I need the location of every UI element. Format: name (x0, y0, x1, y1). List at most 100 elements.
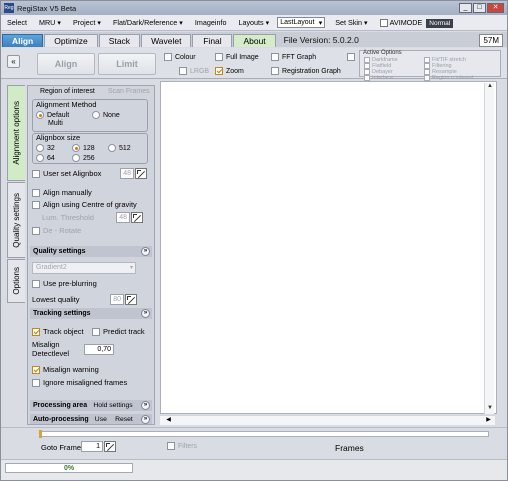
frame-slider-track[interactable] (39, 431, 489, 437)
user-set-alignbox-input[interactable]: 48 (120, 168, 134, 179)
maximize-button[interactable]: □ (473, 3, 486, 13)
lrgb-checkbox[interactable] (179, 67, 187, 75)
chevron-expand-icon[interactable]: » (141, 247, 150, 256)
tracking-settings-header[interactable]: Tracking settings» (30, 308, 152, 319)
resize-icon[interactable] (125, 294, 137, 305)
de-rotate-option[interactable]: De - Rotate (32, 226, 81, 235)
menu-mru[interactable]: MRU ▾ (33, 18, 67, 27)
fft-graph-option[interactable]: FFT Graph (271, 53, 316, 61)
frame-slider-thumb[interactable] (39, 430, 42, 438)
alignbox-32[interactable]: 32 (36, 144, 55, 152)
menu-imageinfo[interactable]: Imageinfo (189, 18, 233, 27)
scroll-left-icon[interactable]: ◀ (164, 416, 173, 425)
full-image-checkbox[interactable] (215, 53, 223, 61)
filters-option[interactable]: Filters (167, 442, 197, 450)
tab-about[interactable]: About (233, 34, 276, 47)
method-default[interactable]: Default (36, 111, 69, 119)
chevron-expand-icon[interactable]: » (140, 401, 150, 410)
resize-icon[interactable] (135, 168, 147, 179)
chevron-expand-icon[interactable]: » (141, 415, 150, 424)
alignbox-32-radio[interactable] (36, 144, 44, 152)
vertical-scrollbar[interactable]: ▲ ▼ (484, 83, 494, 414)
tab-final[interactable]: Final (192, 34, 233, 47)
misalign-warning-option[interactable]: Misalign warning (32, 365, 99, 374)
user-set-alignbox-option[interactable]: User set Alignbox (32, 169, 101, 178)
resize-icon[interactable] (104, 441, 116, 452)
layout-select[interactable]: LastLayout ▾ (277, 17, 326, 28)
misalign-warning-checkbox[interactable] (32, 365, 40, 374)
alignbox-128-radio[interactable] (72, 144, 80, 152)
full-image-option[interactable]: Full Image (215, 53, 259, 61)
centre-of-gravity-checkbox[interactable] (32, 200, 40, 209)
scroll-down-icon[interactable]: ▼ (485, 405, 495, 414)
resize-icon[interactable] (131, 212, 143, 223)
pre-blurring-option[interactable]: Use pre-blurring (32, 279, 97, 288)
track-object-option[interactable]: Track object (32, 327, 84, 336)
tab-stack[interactable]: Stack (98, 34, 141, 47)
align-manually-option[interactable]: Align manually (32, 188, 92, 197)
method-none[interactable]: None (92, 111, 120, 119)
minimize-button[interactable]: _ (459, 3, 472, 13)
colour-option[interactable]: Colour (164, 53, 196, 61)
predict-track-option[interactable]: Predict track (92, 327, 145, 336)
tab-optimize[interactable]: Optimize (44, 34, 98, 47)
de-rotate-checkbox[interactable] (32, 226, 40, 235)
pre-blurring-checkbox[interactable] (32, 279, 40, 288)
avimode-toggle[interactable]: AVIMODE Normal (374, 18, 460, 28)
menu-set-skin[interactable]: Set Skin ▾ (329, 18, 373, 27)
alignbox-128[interactable]: 128 (72, 144, 95, 152)
scroll-right-icon[interactable]: ▶ (484, 416, 493, 425)
colour-checkbox[interactable] (164, 53, 172, 61)
user-set-alignbox-checkbox[interactable] (32, 169, 40, 178)
limit-button[interactable]: Limit (98, 53, 156, 75)
alignbox-64-radio[interactable] (36, 154, 44, 162)
alignbox-512[interactable]: 512 (108, 144, 131, 152)
menu-select[interactable]: Select (1, 18, 33, 27)
alignbox-256-radio[interactable] (72, 154, 80, 162)
image-viewer[interactable] (160, 81, 497, 414)
align-manually-checkbox[interactable] (32, 188, 40, 197)
detect-level-input[interactable]: 0,70 (84, 344, 114, 355)
processing-area-header[interactable]: Processing area Hold settings» (30, 400, 152, 411)
extra-checkbox[interactable] (347, 53, 355, 61)
lum-threshold-input[interactable]: 48 (116, 212, 130, 223)
align-button[interactable]: Align (37, 53, 95, 75)
scan-frames-button[interactable]: Scan Frames (108, 88, 150, 95)
hold-settings-button[interactable]: Hold settings (93, 400, 132, 411)
goto-frame-input[interactable]: 1 (81, 441, 103, 452)
filters-checkbox[interactable] (167, 442, 175, 450)
ignore-misaligned-checkbox[interactable] (32, 378, 40, 387)
quality-settings-header[interactable]: Quality settings» (30, 246, 152, 257)
alignbox-64[interactable]: 64 (36, 154, 55, 162)
method-none-radio[interactable] (92, 111, 100, 119)
avimode-checkbox[interactable] (379, 19, 388, 28)
method-multi[interactable]: Multi (48, 120, 63, 127)
side-tab-options[interactable]: Options (7, 259, 25, 303)
zoom-option[interactable]: Zoom (215, 67, 244, 75)
centre-of-gravity-option[interactable]: Align using Centre of gravity (32, 200, 137, 209)
ignore-misaligned-option[interactable]: Ignore misaligned frames (32, 378, 127, 387)
tab-align[interactable]: Align (2, 34, 44, 47)
track-object-checkbox[interactable] (32, 327, 40, 336)
method-default-radio[interactable] (36, 111, 44, 119)
auto-processing-header[interactable]: Auto-processing Use Reset» (30, 414, 152, 424)
alignbox-512-radio[interactable] (108, 144, 116, 152)
chevron-expand-icon[interactable]: » (141, 309, 150, 318)
side-tab-quality-settings[interactable]: Quality settings (7, 182, 25, 258)
fft-graph-checkbox[interactable] (271, 53, 279, 61)
tab-wavelet[interactable]: Wavelet (141, 34, 192, 47)
close-button[interactable]: ✕ (487, 3, 504, 13)
horizontal-scrollbar[interactable]: ◀ ▶ (160, 415, 495, 425)
use-button[interactable]: Use (95, 414, 107, 424)
reset-button[interactable]: Reset (115, 414, 133, 424)
lrgb-option[interactable]: LRGB (179, 67, 209, 75)
registration-graph-checkbox[interactable] (271, 67, 279, 75)
alignbox-256[interactable]: 256 (72, 154, 95, 162)
menu-layouts[interactable]: Layouts ▾ (232, 18, 275, 27)
menu-flat-dark-reference[interactable]: Flat/Dark/Reference ▾ (107, 18, 189, 27)
zoom-checkbox[interactable] (215, 67, 223, 75)
scroll-up-icon[interactable]: ▲ (485, 83, 495, 92)
predict-track-checkbox[interactable] (92, 327, 100, 336)
quality-method-select[interactable]: Gradient2 ▾ (32, 262, 136, 274)
lowest-quality-input[interactable]: 80 (110, 294, 124, 305)
